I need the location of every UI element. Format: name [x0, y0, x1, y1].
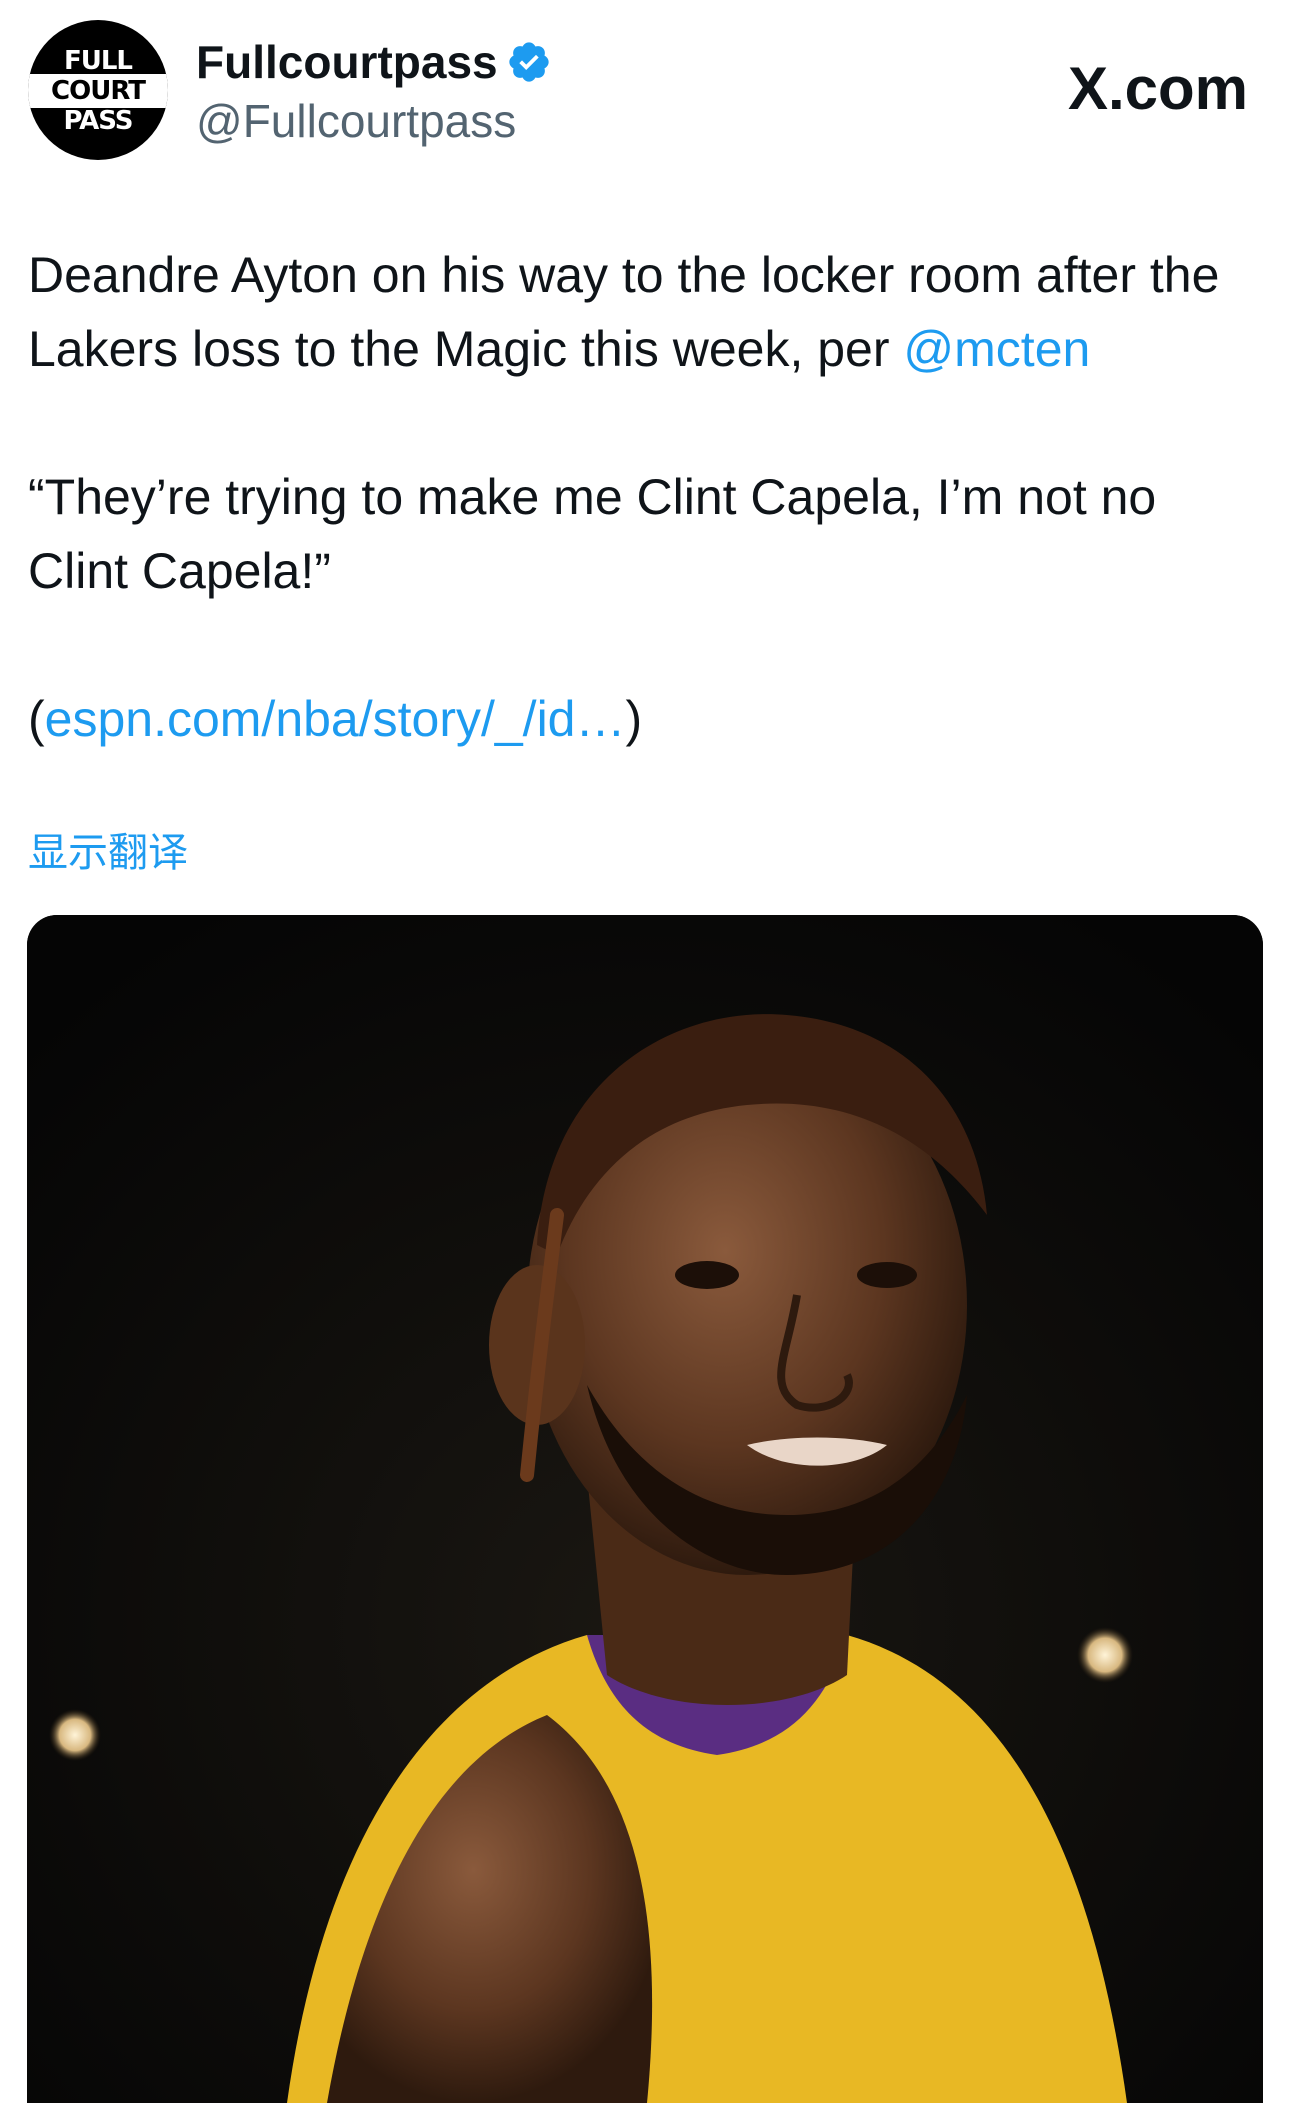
display-name[interactable]: Fullcourtpass: [196, 35, 498, 89]
avatar[interactable]: FULL COURT PASS: [28, 20, 168, 160]
tweet-paragraph-link: (espn.com/nba/story/_/id…): [28, 682, 1268, 756]
avatar-text-line-2: COURT: [51, 76, 146, 106]
tweet-header: FULL COURT PASS Fullcourtpass @Fullcourt…: [28, 20, 1262, 170]
photo-of-basketball-player-icon: [27, 915, 1263, 2103]
display-name-row: Fullcourtpass: [196, 32, 552, 92]
avatar-text-line-3: PASS: [63, 106, 133, 136]
verified-badge-icon: [506, 39, 552, 85]
mention-link[interactable]: @mcten: [903, 321, 1090, 377]
user-block: Fullcourtpass @Fullcourtpass: [196, 32, 552, 148]
show-translation-link[interactable]: 显示翻译: [28, 820, 188, 878]
tweet-paragraph-1: Deandre Ayton on his way to the locker r…: [28, 238, 1268, 386]
tweet-media-image[interactable]: [27, 915, 1263, 2103]
link-paren-open: (: [28, 691, 45, 747]
tweet-text: Deandre Ayton on his way to the locker r…: [28, 238, 1268, 756]
avatar-text-line-1: FULL: [63, 46, 133, 76]
link-paren-close: ): [625, 691, 643, 747]
tweet-paragraph-quote: “They’re trying to make me Clint Capela,…: [28, 469, 1157, 599]
user-handle[interactable]: @Fullcourtpass: [196, 94, 552, 148]
x-com-logo: X.com: [1067, 55, 1248, 122]
espn-link[interactable]: espn.com/nba/story/_/id…: [45, 691, 626, 747]
